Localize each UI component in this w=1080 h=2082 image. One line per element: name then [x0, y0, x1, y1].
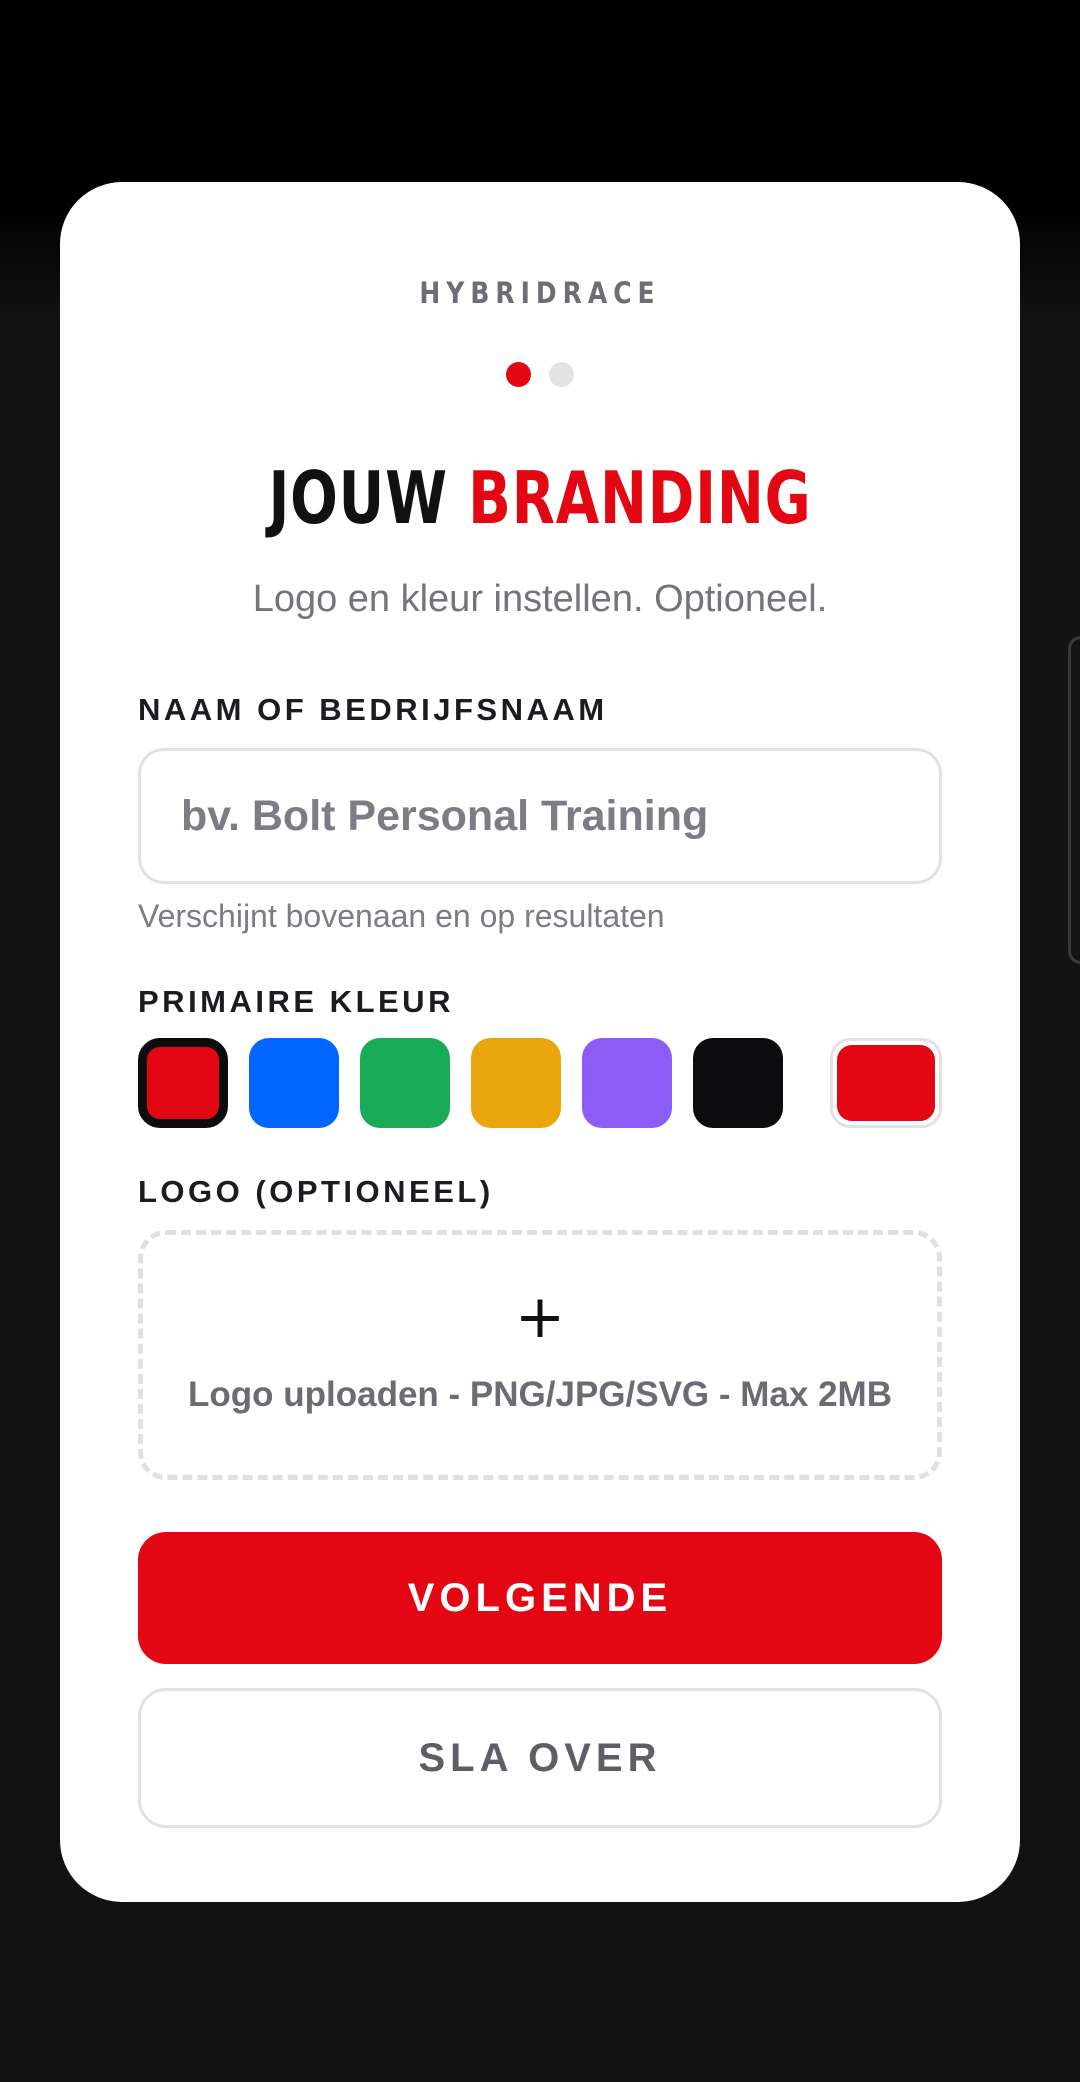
- skip-button[interactable]: SLA OVER: [138, 1688, 942, 1828]
- color-swatch-purple[interactable]: [582, 1038, 672, 1128]
- logo-upload-text: Logo uploaden - PNG/JPG/SVG - Max 2MB: [188, 1375, 892, 1414]
- custom-color-picker[interactable]: [830, 1038, 942, 1128]
- next-button[interactable]: VOLGENDE: [138, 1532, 942, 1664]
- step-dot-1-active: [506, 362, 531, 387]
- plus-icon: +: [514, 1282, 566, 1352]
- page-subtitle: Logo en kleur instellen. Optioneel.: [252, 578, 828, 620]
- business-name-input[interactable]: [138, 748, 942, 884]
- color-swatch-red[interactable]: [138, 1038, 228, 1128]
- color-swatch-row: [138, 1038, 942, 1130]
- screen: HYBRIDRACE JOUW BRANDING Logo en kleur i…: [0, 0, 1080, 2082]
- logo-label: LOGO (OPTIONEEL): [138, 1174, 494, 1209]
- logo-upload-dropzone[interactable]: + Logo uploaden - PNG/JPG/SVG - Max 2MB: [138, 1230, 942, 1480]
- color-swatch-green[interactable]: [360, 1038, 450, 1128]
- edge-panel-handle[interactable]: [1068, 636, 1080, 964]
- title-part-1: JOUW: [268, 456, 448, 540]
- step-indicator: [60, 362, 1020, 387]
- branding-card: HYBRIDRACE JOUW BRANDING Logo en kleur i…: [60, 182, 1020, 1902]
- title-part-2: BRANDING: [468, 456, 812, 540]
- page-title: JOUW BRANDING: [166, 452, 915, 544]
- brand-wordmark: HYBRIDRACE: [419, 276, 661, 310]
- primary-color-label: PRIMAIRE KLEUR: [138, 984, 454, 1019]
- color-swatch-black[interactable]: [693, 1038, 783, 1128]
- name-field-label: NAAM OF BEDRIJFSNAAM: [138, 692, 608, 727]
- name-field-helper: Verschijnt bovenaan en op resultaten: [138, 898, 665, 934]
- color-swatch-amber[interactable]: [471, 1038, 561, 1128]
- color-swatch-blue[interactable]: [249, 1038, 339, 1128]
- custom-color-preview: [837, 1045, 935, 1121]
- step-dot-2: [549, 362, 574, 387]
